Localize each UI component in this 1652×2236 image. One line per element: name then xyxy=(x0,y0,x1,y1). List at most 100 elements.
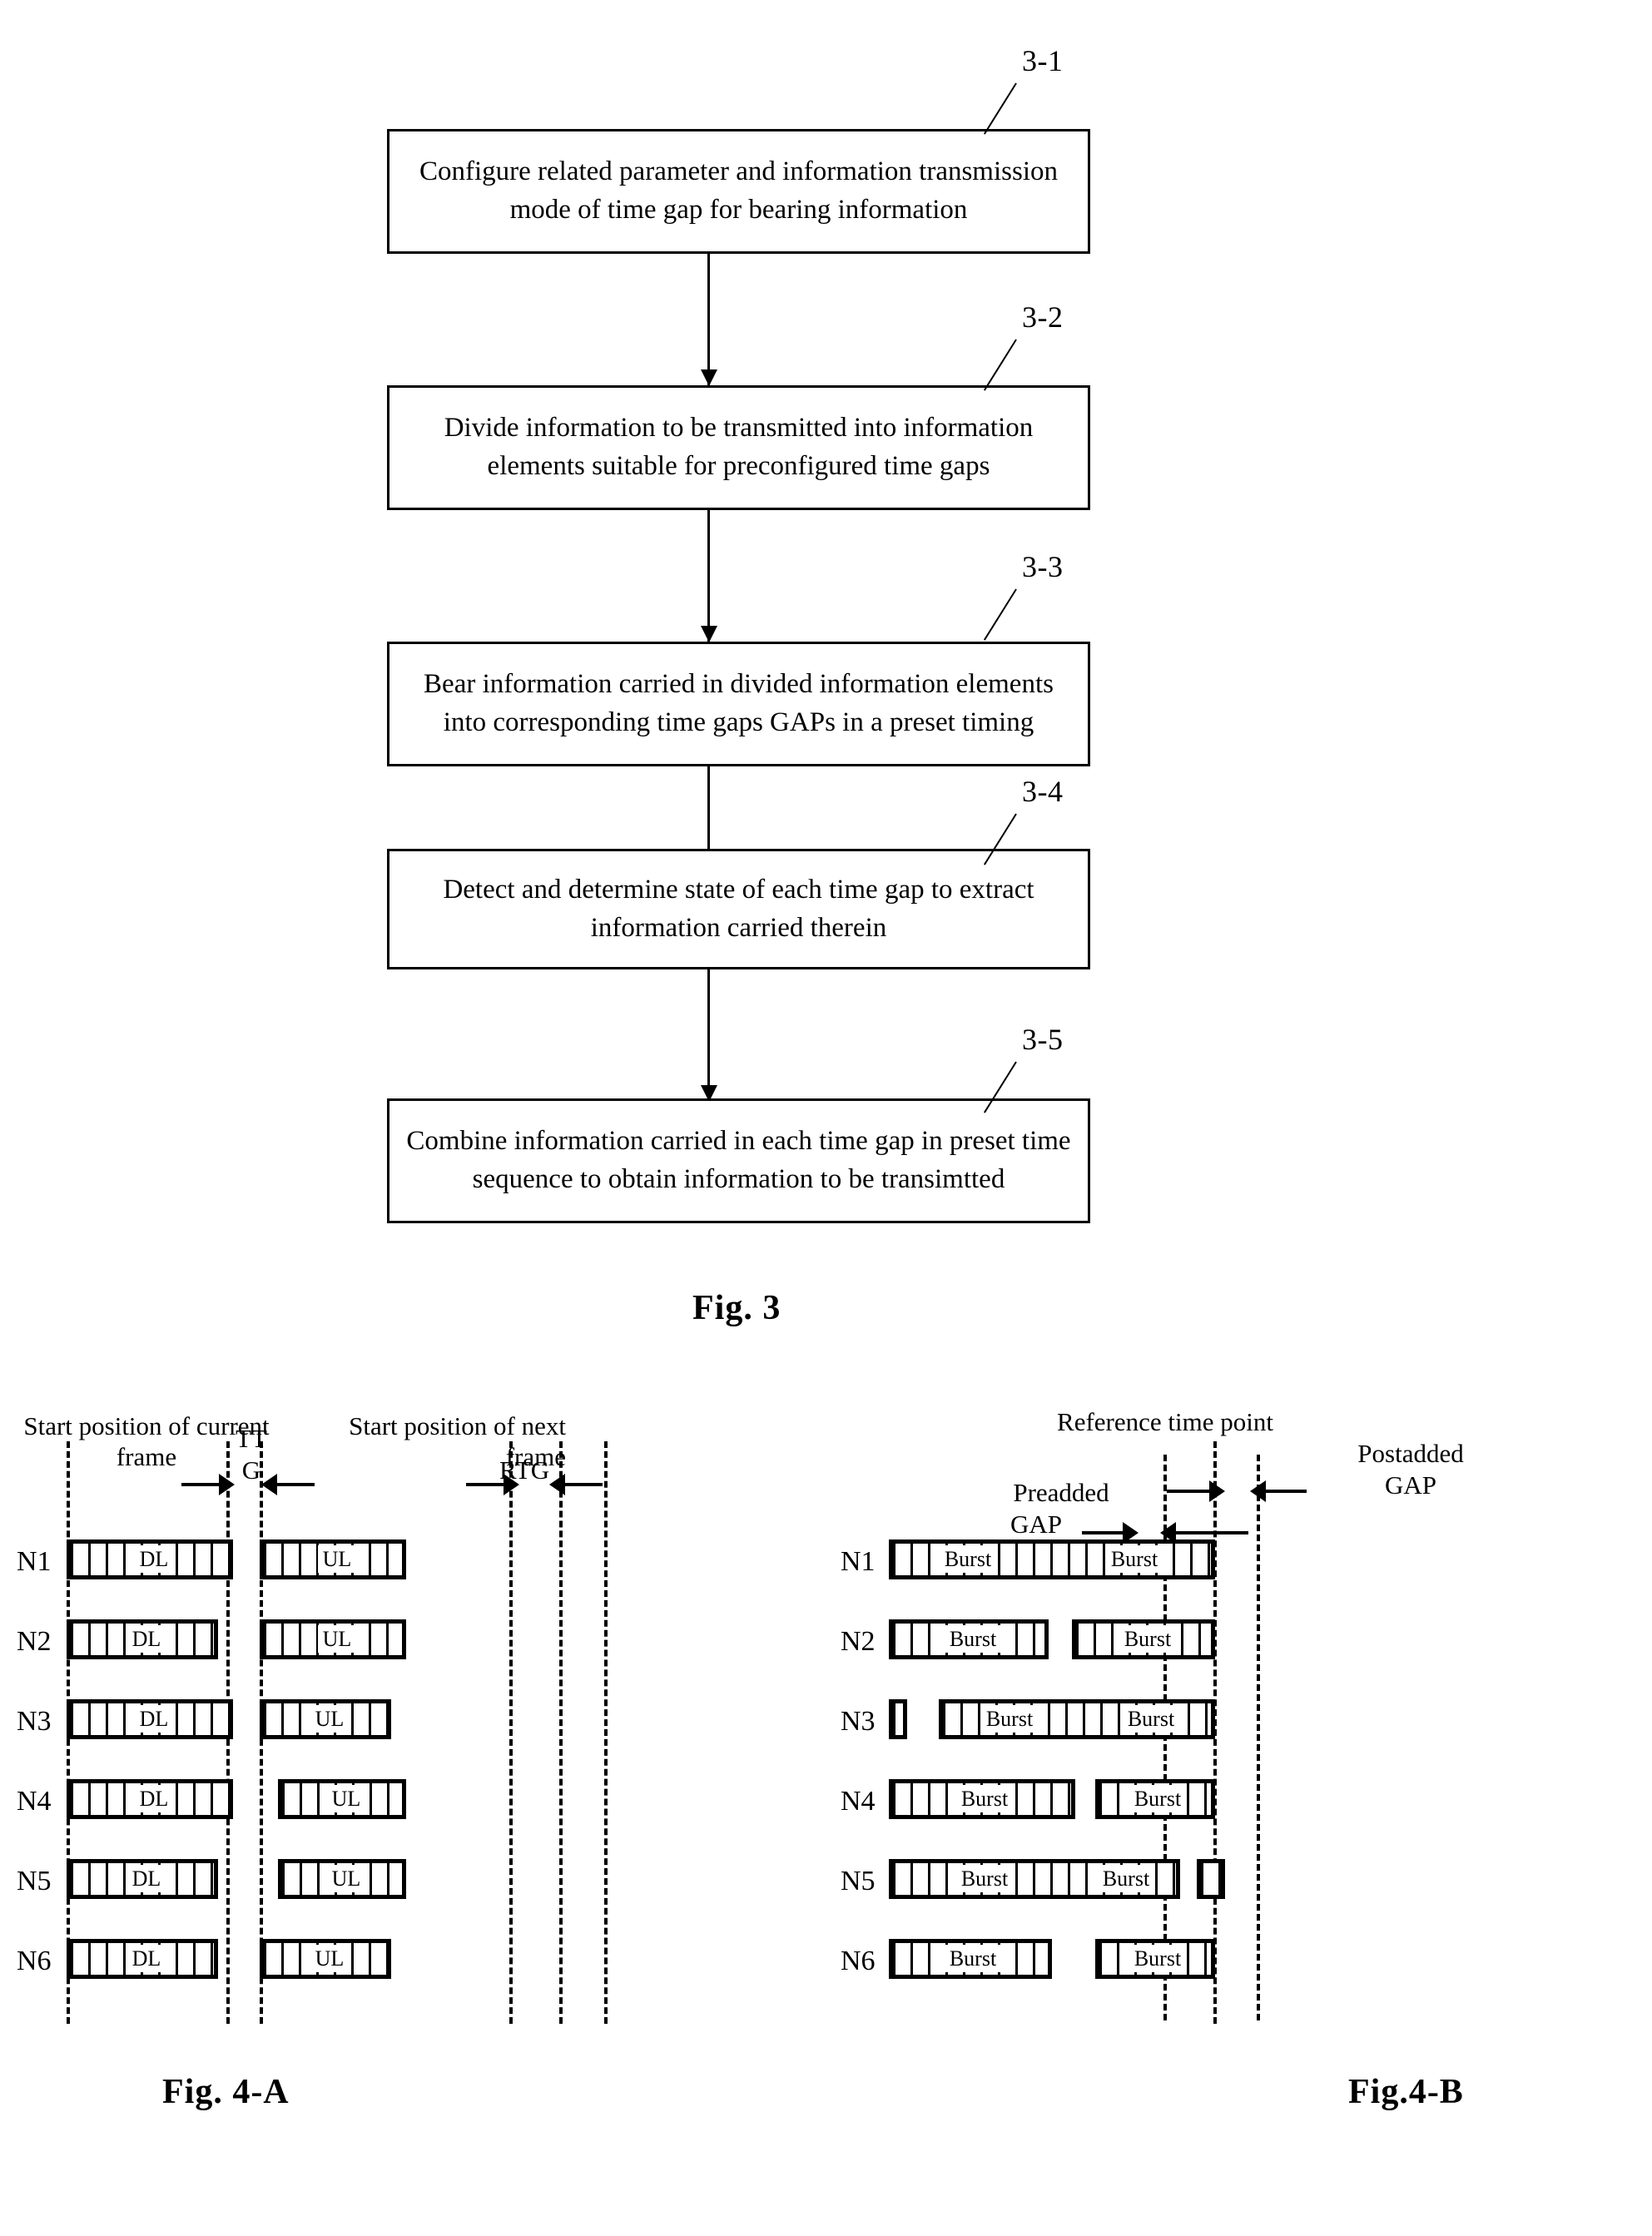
figure-3: Configure related parameter and informat… xyxy=(0,0,1652,1331)
flow-box-3-5-text: Combine information carried in each time… xyxy=(406,1126,1071,1194)
preadded-gap-arrow-right xyxy=(1173,1531,1248,1534)
figure-4a-ul-label: UL xyxy=(264,1625,402,1653)
figure-4a-row-label: N1 xyxy=(17,1546,52,1577)
figure-4b-burst-label: Burst xyxy=(972,1705,1047,1733)
flow-box-3-5: Combine information carried in each time… xyxy=(387,1098,1090,1223)
flow-arrow-2 xyxy=(707,510,710,642)
flow-box-3-3: Bear information carried in divided info… xyxy=(387,642,1090,766)
annotation-reference-time-point-text: Reference time point xyxy=(1057,1407,1273,1436)
figure-4b-row-label: N2 xyxy=(841,1626,876,1657)
figure-4a-dl-label: DL xyxy=(71,1625,214,1653)
annotation-postadded-gap-line1: Postadded xyxy=(1357,1439,1464,1468)
figure-4b-burst-bar: Burst Burst xyxy=(889,1859,1180,1899)
figure-4a-ul-label: UL xyxy=(264,1545,402,1573)
vline-next-frame xyxy=(559,1441,563,2024)
rtg-arrow-right xyxy=(563,1483,603,1486)
rtg-arrow-left xyxy=(466,1483,506,1486)
figure-4a-ul-bar: UL xyxy=(260,1619,406,1659)
figure-4a-row-label: N4 xyxy=(17,1786,52,1817)
figure-4b-row-label: N3 xyxy=(841,1706,876,1737)
figure-4b-burst-label: Burst xyxy=(1110,1625,1185,1653)
flow-box-3-4: Detect and determine state of each time … xyxy=(387,849,1090,969)
flow-arrow-1 xyxy=(707,254,710,385)
annotation-preadded-gap-2: GAP xyxy=(940,1509,1132,1539)
annotation-preadded-gap-line2: GAP xyxy=(1010,1510,1062,1539)
ref-label-3-2: 3-2 xyxy=(1022,300,1064,334)
annotation-preadded-gap-line1: Preadded xyxy=(1013,1478,1109,1507)
annotation-reference-time-point: Reference time point xyxy=(1007,1406,1323,1437)
ref-label-3-4: 3-4 xyxy=(1022,775,1064,808)
figure-4b-row-label: N6 xyxy=(841,1946,876,1976)
figure-4a-dl-label: DL xyxy=(71,1945,214,1972)
figure-4b-burst-label: Burst xyxy=(947,1785,1022,1812)
vline-postadded-boundary xyxy=(1257,1455,1260,2020)
figure-4b: Reference time point Postadded GAP Pread… xyxy=(841,1406,1652,2155)
figure-4b-burst-label: Burst xyxy=(1097,1545,1172,1573)
figure-4b-burst-label: Burst xyxy=(935,1945,1010,1972)
figure-4b-burst-label: Burst xyxy=(1120,1785,1195,1812)
figure-4a-row-label: N5 xyxy=(17,1866,52,1896)
figure-4b-burst-label: Burst xyxy=(1120,1945,1195,1972)
figure-4a-caption: Fig. 4-A xyxy=(162,2073,290,2111)
flow-box-3-4-text: Detect and determine state of each time … xyxy=(443,874,1034,943)
annotation-postadded-gap-line2: GAP xyxy=(1384,1470,1436,1500)
figure-4a-ul-label: UL xyxy=(264,1945,387,1972)
flow-box-3-1: Configure related parameter and informat… xyxy=(387,129,1090,254)
ref-label-3-3: 3-3 xyxy=(1022,550,1064,583)
figure-4b-burst-bar: Burst xyxy=(889,1619,1049,1659)
flow-box-3-2: Divide information to be transmitted int… xyxy=(387,385,1090,510)
figure-4b-burst-label: Burst xyxy=(930,1545,1005,1573)
figure-4b-caption: Fig.4-B xyxy=(1348,2073,1464,2111)
figure-4a-dl-bar: DL xyxy=(67,1859,218,1899)
preadded-gap-arrow-left xyxy=(1082,1531,1125,1534)
ttg-arrow-right xyxy=(275,1483,315,1486)
annotation-postadded-gap: Postadded xyxy=(1315,1438,1506,1469)
figure-4a-dl-bar: DL xyxy=(67,1779,233,1819)
figure-4b-burst-label: Burst xyxy=(1114,1705,1188,1733)
figure-4a-dl-bar: DL xyxy=(67,1539,233,1579)
figure-4a-ul-label: UL xyxy=(282,1865,402,1892)
figure-4a-ul-bar: UL xyxy=(260,1539,406,1579)
figure-4b-row-label: N4 xyxy=(841,1786,876,1817)
figure-4b-burst-bar: Burst xyxy=(889,1939,1052,1979)
figure-4a-dl-label: DL xyxy=(71,1865,214,1892)
figure-4b-burst-bar: Burst xyxy=(889,1779,1075,1819)
figure-4b-burst-bar: Burst xyxy=(1095,1939,1215,1979)
figure-4b-row-label: N1 xyxy=(841,1546,876,1577)
vline-next-frame-end xyxy=(604,1441,608,2024)
figure-4a-row-label: N6 xyxy=(17,1946,52,1976)
figure-4a-dl-bar: DL xyxy=(67,1619,218,1659)
figure-4b-burst-bar: Burst xyxy=(1095,1779,1215,1819)
figure-4b-burst-bar xyxy=(1197,1859,1225,1899)
figure-4b-burst-label: Burst xyxy=(947,1865,1022,1892)
figure-4a-row-label: N3 xyxy=(17,1706,52,1737)
ref-label-3-5: 3-5 xyxy=(1022,1023,1064,1056)
figure-4a: Start position of current frame Start po… xyxy=(0,1406,824,2155)
figure-4b-burst-label: Burst xyxy=(935,1625,1010,1653)
figure-4a-ul-label: UL xyxy=(264,1705,387,1733)
figure-4b-burst-bar xyxy=(889,1699,907,1739)
figure-4a-dl-label: DL xyxy=(71,1545,229,1573)
figure-4b-burst-label: Burst xyxy=(1089,1865,1163,1892)
ttg-arrow-left xyxy=(181,1483,221,1486)
ref-label-3-1: 3-1 xyxy=(1022,44,1064,77)
ref-leader-3-2 xyxy=(983,339,1017,391)
figure-4b-burst-bar: Burst xyxy=(1072,1619,1215,1659)
vline-rtg-start xyxy=(509,1441,513,2024)
ref-leader-3-3 xyxy=(983,588,1017,641)
figure-4a-dl-label: DL xyxy=(71,1785,229,1812)
postadded-gap-arrow-right xyxy=(1263,1490,1307,1493)
figure-4a-dl-bar: DL xyxy=(67,1939,218,1979)
figure-4a-ul-label: UL xyxy=(282,1785,402,1812)
figure-4a-dl-label: DL xyxy=(71,1705,229,1733)
figure-4a-row-label: N2 xyxy=(17,1626,52,1657)
figure-4b-burst-bar: Burst Burst xyxy=(889,1539,1215,1579)
figure-4b-row-label: N5 xyxy=(841,1866,876,1896)
figure-4a-ul-bar: UL xyxy=(278,1779,406,1819)
flow-box-3-1-text: Configure related parameter and informat… xyxy=(419,156,1058,225)
flow-box-3-3-text: Bear information carried in divided info… xyxy=(424,669,1054,737)
ref-leader-3-1 xyxy=(983,82,1017,135)
figure-4a-ul-bar: UL xyxy=(260,1939,391,1979)
annotation-ttg-line2: G xyxy=(241,1455,261,1485)
postadded-gap-arrow-left xyxy=(1167,1490,1212,1493)
